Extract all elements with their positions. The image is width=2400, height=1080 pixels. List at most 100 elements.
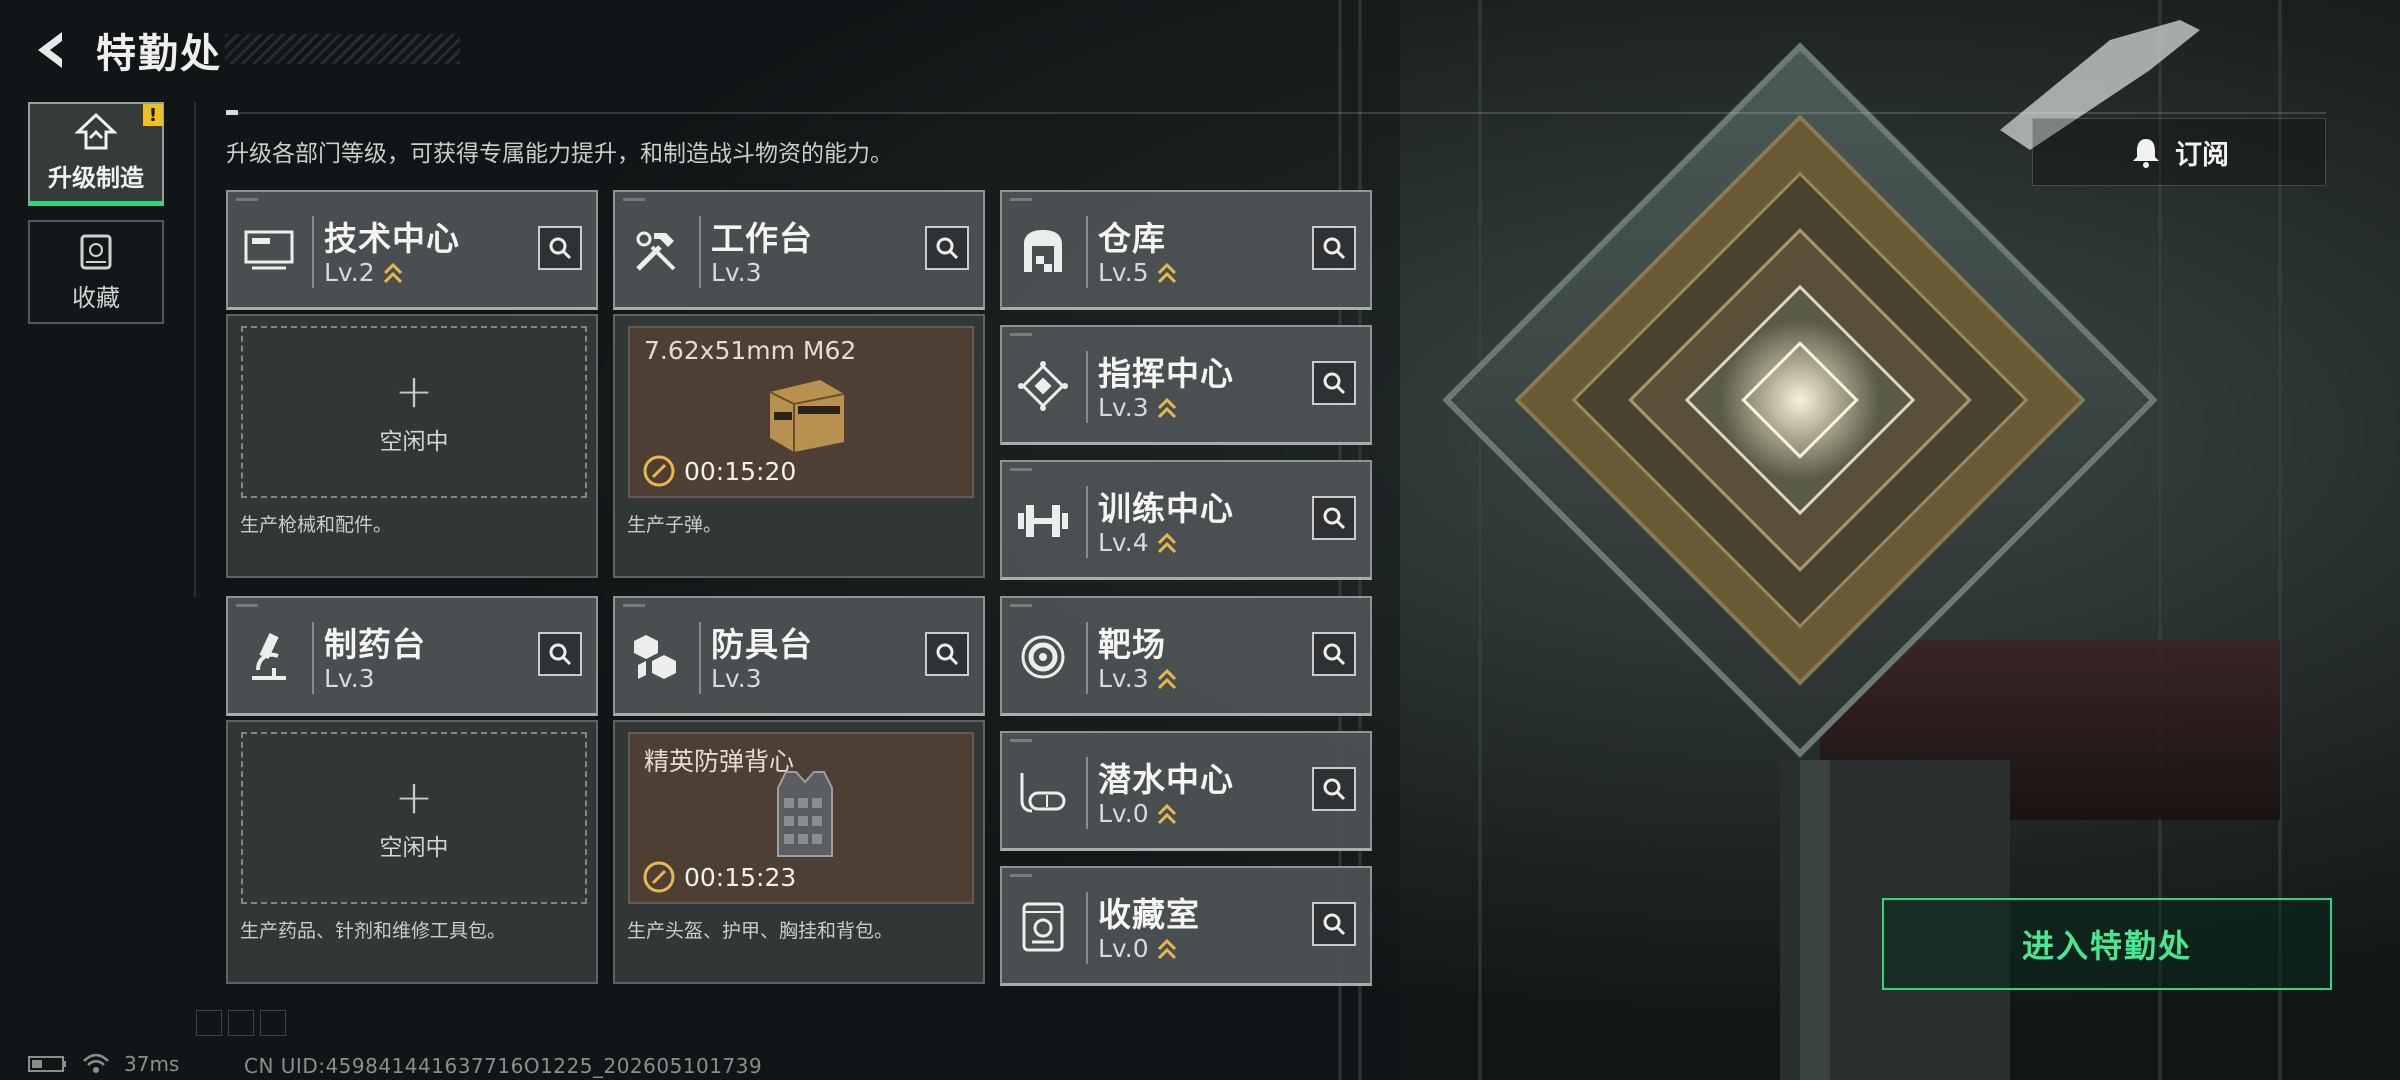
production-timer: 00:15:23 bbox=[684, 862, 797, 892]
plus-icon: + bbox=[394, 770, 434, 824]
level-up-chevron-icon bbox=[1157, 938, 1176, 959]
slot-status: 空闲中 bbox=[379, 835, 449, 861]
enter-button-label: 进入特勤处 bbox=[2021, 927, 2192, 965]
facility-level: Lv.3 bbox=[324, 664, 375, 693]
subscribe-label: 订阅 bbox=[2175, 139, 2229, 171]
facility-card-training[interactable]: 训练中心 Lv.4 bbox=[1000, 460, 1372, 580]
level-up-chevron-icon bbox=[1157, 803, 1176, 824]
facility-card-warehouse[interactable]: 仓库 Lv.5 bbox=[1000, 190, 1372, 310]
nav-divider bbox=[194, 102, 196, 597]
facility-name: 收藏室 bbox=[1098, 895, 1200, 934]
facility-level: Lv.0 bbox=[1098, 934, 1149, 963]
tools-icon bbox=[636, 231, 676, 271]
search-button[interactable] bbox=[1312, 632, 1356, 676]
wrench-clock-icon bbox=[643, 455, 675, 487]
nav-item-label: 收藏 bbox=[72, 283, 120, 312]
bottom-decoration bbox=[196, 1010, 292, 1036]
facility-level: Lv.4 bbox=[1098, 528, 1149, 557]
wrench-clock-icon bbox=[643, 861, 675, 893]
search-icon bbox=[936, 643, 959, 666]
production-slot-active[interactable]: 精英防弹背心 00:15:23 bbox=[628, 732, 974, 904]
search-button[interactable] bbox=[538, 226, 582, 270]
wifi-icon bbox=[83, 1053, 109, 1073]
command-icon bbox=[1018, 361, 1068, 411]
search-icon bbox=[1323, 913, 1346, 936]
level-up-chevron-icon bbox=[1157, 397, 1176, 418]
vest-icon bbox=[777, 771, 833, 857]
facility-name: 指挥中心 bbox=[1098, 354, 1234, 393]
side-nav: ! 升级制造 收藏 bbox=[28, 102, 166, 338]
facility-card-diving[interactable]: 潜水中心 Lv.0 bbox=[1000, 731, 1372, 851]
production-timer: 00:15:20 bbox=[684, 456, 797, 486]
facility-level: Lv.3 bbox=[711, 664, 762, 693]
search-icon bbox=[936, 237, 959, 260]
plus-icon: + bbox=[394, 364, 434, 418]
monitor-icon bbox=[244, 230, 294, 270]
enter-special-ops-button[interactable]: 进入特勤处 bbox=[1882, 898, 2332, 990]
facility-card-collection-room[interactable]: 收藏室 Lv.0 bbox=[1000, 866, 1372, 986]
facility-name: 仓库 bbox=[1098, 219, 1166, 258]
facility-name: 靶场 bbox=[1098, 625, 1166, 664]
search-button[interactable] bbox=[925, 226, 969, 270]
search-icon bbox=[549, 643, 572, 666]
facility-level: Lv.0 bbox=[1098, 799, 1149, 828]
subscribe-button[interactable]: 订阅 bbox=[2032, 118, 2326, 186]
slot-status: 空闲中 bbox=[379, 429, 449, 455]
search-icon bbox=[1323, 237, 1346, 260]
top-rule-accent bbox=[226, 110, 238, 115]
nav-item-upgrade[interactable]: ! 升级制造 bbox=[28, 102, 164, 206]
facility-description: 生产枪械和配件。 bbox=[240, 514, 393, 536]
level-up-chevron-icon bbox=[1157, 262, 1176, 283]
battery-icon bbox=[28, 1056, 66, 1072]
search-icon bbox=[1323, 507, 1346, 530]
search-icon bbox=[1323, 778, 1346, 801]
page-title: 特勤处 bbox=[96, 31, 222, 77]
facility-level: Lv.5 bbox=[1098, 258, 1149, 287]
back-button[interactable] bbox=[28, 26, 76, 74]
cubes-icon bbox=[634, 635, 676, 679]
facility-description: 生产子弹。 bbox=[627, 514, 723, 536]
facility-card-armor-bench[interactable]: 防具台 Lv.3 精英防弹背心 00:15:23 生产头盔、护甲、胸挂和背包。 bbox=[613, 596, 985, 984]
facility-card-command[interactable]: 指挥中心 Lv.3 bbox=[1000, 325, 1372, 445]
status-bar: 37ms bbox=[28, 1052, 179, 1076]
facility-name: 防具台 bbox=[711, 625, 813, 664]
nav-item-collection[interactable]: 收藏 bbox=[28, 220, 164, 324]
facility-card-workbench[interactable]: 工作台 Lv.3 7.62x51mm M62 00:15:20 生产子弹。 bbox=[613, 190, 985, 578]
facility-level: Lv.3 bbox=[711, 258, 762, 287]
production-slot-empty[interactable]: + 空闲中 bbox=[241, 732, 587, 904]
level-up-chevron-icon bbox=[1157, 668, 1176, 689]
search-icon bbox=[549, 237, 572, 260]
collection-icon bbox=[80, 234, 112, 269]
facility-level: Lv.2 bbox=[324, 258, 375, 287]
facility-card-range[interactable]: 靶场 Lv.3 bbox=[1000, 596, 1372, 716]
search-button[interactable] bbox=[1312, 767, 1356, 811]
facility-name: 工作台 bbox=[711, 219, 813, 258]
facility-name: 训练中心 bbox=[1098, 489, 1234, 528]
facility-level: Lv.3 bbox=[1098, 664, 1149, 693]
warehouse-icon bbox=[1024, 230, 1062, 272]
search-button[interactable] bbox=[925, 632, 969, 676]
search-button[interactable] bbox=[538, 632, 582, 676]
facility-level: Lv.3 bbox=[1098, 393, 1149, 422]
upgrade-icon bbox=[74, 112, 118, 150]
title-decoration bbox=[225, 34, 460, 64]
production-item-name: 7.62x51mm M62 bbox=[644, 336, 857, 365]
top-rule bbox=[226, 112, 2326, 114]
search-button[interactable] bbox=[1312, 361, 1356, 405]
production-slot-active[interactable]: 7.62x51mm M62 00:15:20 bbox=[628, 326, 974, 498]
facility-card-pharmacy[interactable]: 制药台 Lv.3 + 空闲中 生产药品、针剂和维修工具包。 bbox=[226, 596, 598, 984]
search-button[interactable] bbox=[1312, 496, 1356, 540]
dumbbell-icon bbox=[1018, 505, 1068, 537]
production-slot-empty[interactable]: + 空闲中 bbox=[241, 326, 587, 498]
page-subtitle: 升级各部门等级，可获得专属能力提升，和制造战斗物资的能力。 bbox=[226, 141, 893, 167]
user-uid: CN UID:459841441637716O1225_202605101739 bbox=[244, 1054, 763, 1078]
facility-description: 生产药品、针剂和维修工具包。 bbox=[240, 920, 507, 942]
diving-mask-icon bbox=[1020, 773, 1066, 813]
ammo-box-icon bbox=[769, 380, 845, 452]
back-arrow-icon bbox=[38, 32, 62, 68]
search-button[interactable] bbox=[1312, 226, 1356, 270]
facility-card-tech-center[interactable]: 技术中心 Lv.2 + 空闲中 生产枪械和配件。 bbox=[226, 190, 598, 578]
target-icon bbox=[1021, 635, 1065, 679]
search-button[interactable] bbox=[1312, 902, 1356, 946]
trophy-case-icon bbox=[1022, 902, 1064, 952]
